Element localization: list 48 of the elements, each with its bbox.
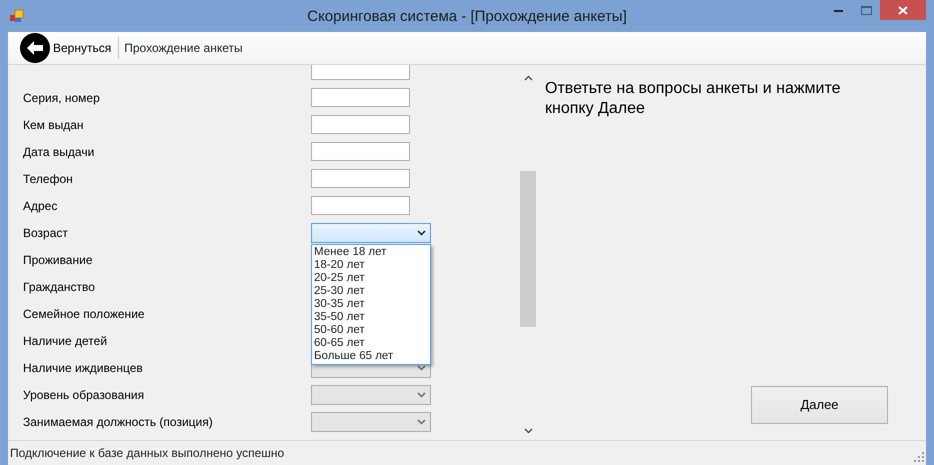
status-text: Подключение к базе данных выполнено успешно [10,445,284,462]
dropdown-option[interactable]: Больше 65 лет [312,350,430,363]
field-label: Уровень образования [23,388,144,402]
text-field[interactable] [311,88,410,107]
field-label: Наличие детей [23,334,108,348]
dropdown-option[interactable]: 20-25 лет [312,272,430,285]
field-label: Адрес [23,199,58,213]
caret-icon [417,392,426,398]
field-label: Занимаемая должность (позиция) [23,415,213,429]
instruction-text: Ответьте на вопросы анкеты и нажмите кнопку Далее [545,79,842,119]
field-label: Серия, номер [23,91,100,105]
scroll-up-icon[interactable] [524,75,532,81]
dropdown-option[interactable]: 50-60 лет [312,324,430,337]
window-title: Скоринговая система - [Прохождение анкеты] [306,7,628,27]
caret-icon [417,230,426,236]
text-field[interactable] [311,196,410,215]
text-field[interactable] [311,115,410,134]
close-icon [898,6,908,14]
field-label: Проживание [23,253,92,267]
section-label: Прохождение анкеты [124,40,243,57]
scroll-down-icon[interactable] [524,428,532,434]
field-label: Наличие иждивенцев [23,361,143,375]
maximize-icon [860,6,872,14]
resize-grip-icon[interactable] [914,452,924,462]
field-label: Гражданство [23,280,95,294]
app-icon [9,8,25,24]
next-button[interactable]: Далее [751,386,888,424]
field-label: Телефон [23,172,73,186]
field-label: Возраст [23,226,68,240]
dropdown-option[interactable]: 25-30 лет [312,285,430,298]
text-field[interactable] [311,169,410,188]
dropdown-option[interactable]: 60-65 лет [312,337,430,350]
text-field[interactable] [311,142,410,161]
dropdown-field[interactable] [311,223,431,243]
field-label: Кем выдан [23,118,84,132]
dropdown-option[interactable]: 18-20 лет [312,259,430,272]
caret-icon [417,365,426,371]
text-field[interactable] [311,65,410,80]
caret-icon [417,419,426,425]
dropdown-option[interactable]: 30-35 лет [312,298,430,311]
scroll-thumb[interactable] [520,171,536,327]
back-button[interactable]: Вернуться [18,33,114,63]
dropdown-option[interactable]: Менее 18 лет [312,246,430,259]
close-button[interactable] [880,0,926,20]
field-label: Дата выдачи [23,145,94,159]
field-label: Семейное положение [23,307,145,321]
dropdown-option[interactable]: 35-50 лет [312,311,430,324]
minimize-icon [834,8,842,12]
